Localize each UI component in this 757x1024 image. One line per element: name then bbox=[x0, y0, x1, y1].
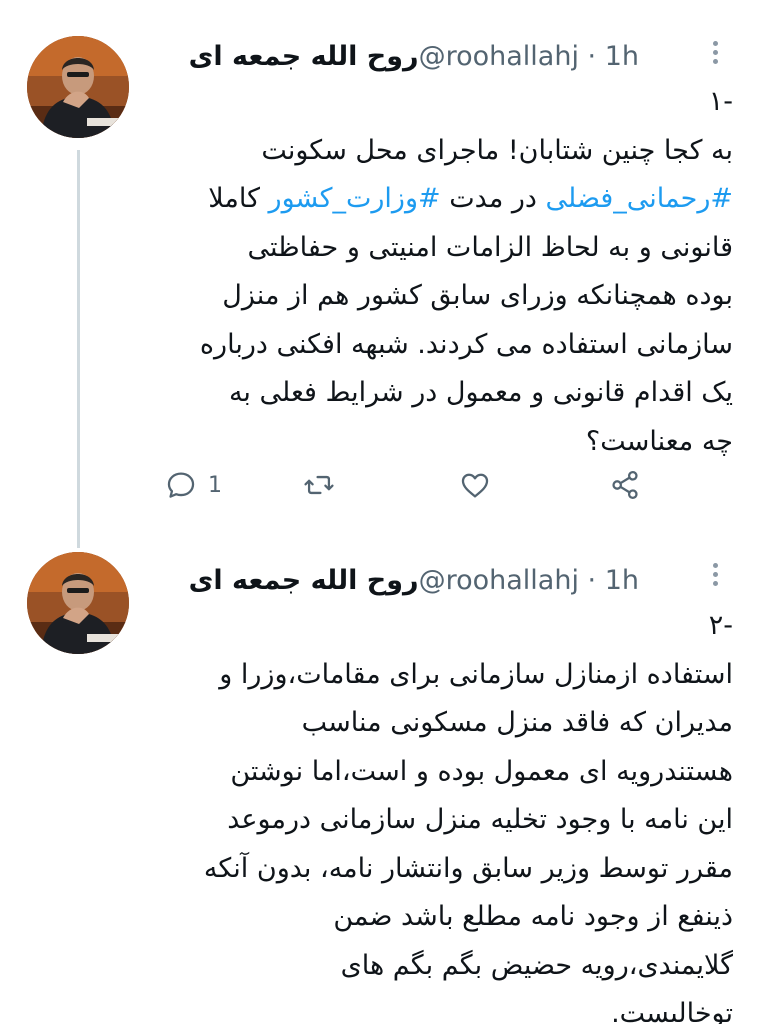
avatar[interactable] bbox=[27, 36, 129, 138]
tweet-header: روح الله جمعه ای @roohallahj · 1h bbox=[155, 36, 639, 76]
display-name[interactable]: روح الله جمعه ای bbox=[189, 565, 419, 596]
tweet-text: -۱ به کجا چنین شتابان! ماجرای محل سکونت … bbox=[150, 78, 733, 466]
share-button[interactable] bbox=[608, 468, 642, 502]
text-line: گلایمندی،رویه حضیض بگم بگم های bbox=[340, 949, 733, 981]
hashtag-link[interactable]: #رحمانی_فضلی bbox=[546, 183, 733, 214]
like-button[interactable] bbox=[458, 468, 492, 502]
text-line: سازمانی استفاده می کردند. شبهه افکنی درب… bbox=[199, 328, 733, 360]
share-icon bbox=[612, 470, 638, 500]
hashtag-link[interactable]: #وزارت_کشور bbox=[269, 183, 441, 214]
text-line: قانونی و به لحاظ الزامات امنیتی و حفاظتی bbox=[247, 231, 733, 263]
more-options-icon[interactable] bbox=[703, 32, 727, 72]
display-name[interactable]: روح الله جمعه ای bbox=[189, 41, 419, 72]
tweet-header: روح الله جمعه ای @roohallahj · 1h bbox=[155, 560, 639, 600]
text-line: هستندرویه ای معمول بوده و است،اما نوشتن bbox=[230, 755, 733, 787]
tweet-text: -۲ استفاده ازمنازل سازمانی برای مقامات،و… bbox=[150, 602, 733, 1024]
text-line: استفاده ازمنازل سازمانی برای مقامات،وزرا… bbox=[219, 658, 733, 690]
like-icon bbox=[461, 473, 489, 498]
retweet-icon bbox=[304, 475, 334, 495]
handle-timestamp[interactable]: @roohallahj · 1h bbox=[419, 41, 639, 72]
reply-icon bbox=[167, 472, 195, 498]
reply-button[interactable]: 1 bbox=[164, 468, 222, 502]
text-line: این نامه با وجود تخلیه منزل سازمانی درمو… bbox=[227, 804, 733, 835]
tweet-2[interactable]: روح الله جمعه ای @roohallahj · 1h -۲ است… bbox=[0, 548, 757, 1024]
handle-timestamp[interactable]: @roohallahj · 1h bbox=[419, 565, 639, 596]
more-options-icon[interactable] bbox=[703, 554, 727, 594]
retweet-button[interactable] bbox=[302, 468, 336, 502]
text-line: چه معناست؟ bbox=[585, 425, 733, 457]
text-line: یک اقدام قانونی و معمول در شرایط فعلی به bbox=[228, 377, 733, 408]
text-line: به کجا چنین شتابان! ماجرای محل سکونت bbox=[261, 134, 733, 166]
text-line: مقرر توسط وزیر سابق وانتشار نامه، بدون آ… bbox=[203, 852, 733, 884]
text-line: توخالیست. bbox=[611, 998, 733, 1024]
tweet-actions: 1 bbox=[150, 460, 670, 520]
avatar[interactable] bbox=[27, 552, 129, 654]
reply-count: 1 bbox=[208, 472, 222, 498]
tweet-1[interactable]: روح الله جمعه ای @roohallahj · 1h -۱ به … bbox=[0, 0, 757, 548]
text-line: -۱ bbox=[708, 86, 733, 117]
text-line: بوده همچنانکه وزرای سابق کشور هم از منزل bbox=[222, 280, 733, 311]
text-line: ذینفع از وجود نامه مطلع باشد ضمن bbox=[333, 901, 733, 932]
text-line: مدیران که فاقد منزل مسکونی مناسب bbox=[301, 707, 733, 738]
text-line: -۲ bbox=[708, 610, 733, 641]
text-line: #رحمانی_فضلی در مدت #وزارت_کشور کاملا bbox=[208, 183, 733, 214]
